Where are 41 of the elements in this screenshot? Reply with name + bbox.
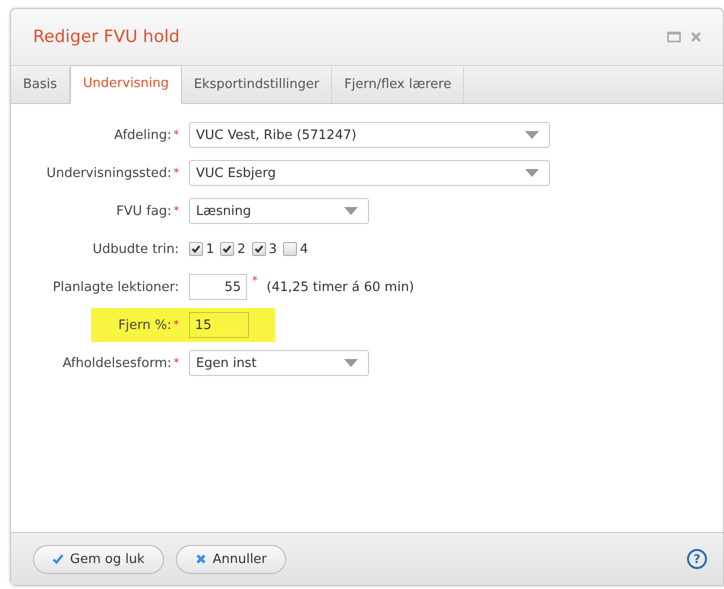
checkbox-label: 2 [237,242,246,256]
required-mark: * [174,204,179,216]
required-mark: * [174,128,179,140]
field-label: Fjern %: [118,318,172,332]
hint-text: (41,25 timer á 60 min) [266,280,414,294]
field-label: Afdeling: [114,128,172,142]
checkbox[interactable] [220,242,234,256]
tab[interactable]: Fjern/flex lærere [332,67,464,103]
dropdown[interactable]: Egen inst [189,350,369,376]
cross-icon [194,553,207,565]
field-label: FVU fag: [116,204,172,218]
input-field[interactable]: 55 [189,274,247,300]
dropdown[interactable]: VUC Vest, Ribe (571247) [189,122,550,148]
field-label: Undervisningssted: [46,166,172,180]
checkbox[interactable] [252,242,266,256]
caret-icon [344,207,358,215]
save-button[interactable]: Gem og luk [33,544,164,574]
required-mark: * [174,318,179,330]
checkbox[interactable] [282,242,297,256]
caret-icon [525,131,539,139]
field-label: Afholdelsesform: [62,356,172,370]
cancel-button[interactable]: Annuller [176,544,286,574]
input-field[interactable]: 15 [189,312,249,338]
required-mark: * [174,356,179,368]
dropdown[interactable]: Læsning [189,198,369,224]
field-label: Udbudte trin: [92,242,179,256]
required-mark: * [174,166,179,178]
field-label: Planlagte lektioner: [52,280,179,294]
required-mark: * [252,274,258,287]
checkmark-icon [52,553,64,565]
checkbox-label: 4 [300,242,308,256]
checkbox-label: 1 [206,242,214,256]
tab[interactable]: Undervisning [70,65,182,104]
checkbox[interactable] [189,242,203,256]
dropdown[interactable]: VUC Esbjerg [189,160,550,186]
checkbox-label: 3 [268,242,277,256]
caret-icon [525,169,539,177]
window-title: Rediger FVU hold [33,27,181,47]
caret-icon [344,359,358,367]
tab[interactable]: Eksportindstillinger [182,67,332,103]
help-button[interactable]: ? [687,549,707,569]
